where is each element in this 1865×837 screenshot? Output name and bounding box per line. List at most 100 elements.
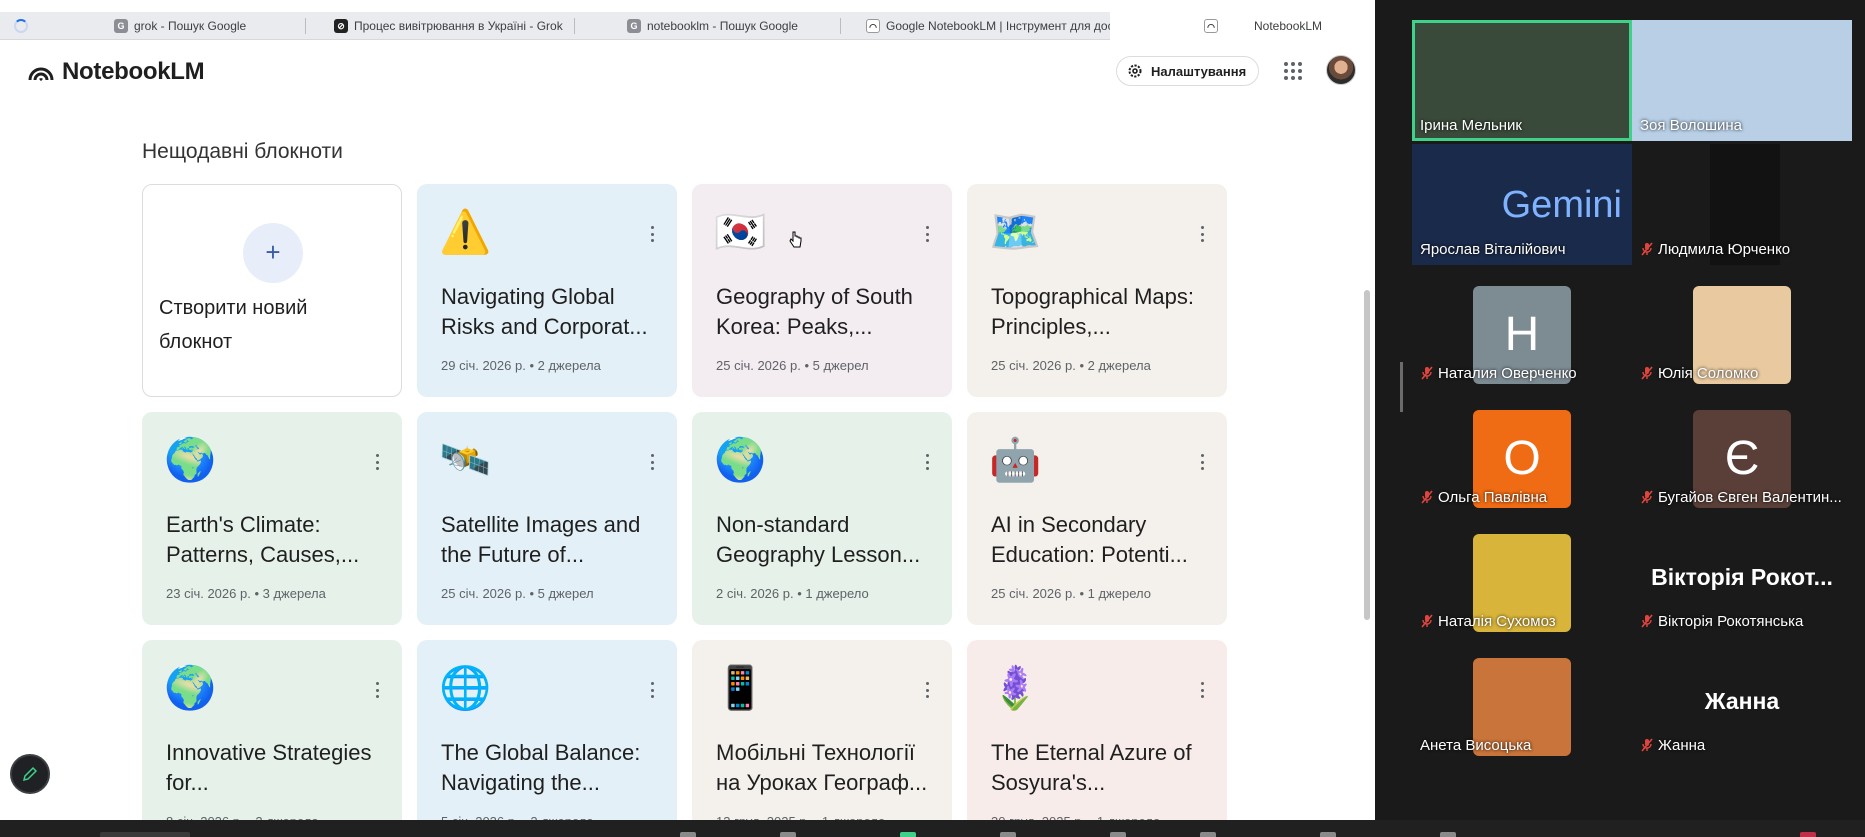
mic-muted-icon — [1641, 738, 1653, 752]
participant-name-text: Ірина Мельник — [1420, 117, 1522, 134]
tab-strip: G grok - Пошук Google ⊘ Процес вивітрюва… — [0, 12, 1375, 40]
taskbar-item[interactable] — [780, 832, 796, 837]
notebook-card[interactable]: 🛰️ Satellite Images and the Future of... 2… — [417, 412, 677, 625]
notebook-card[interactable]: 🤖 AI in Secondary Education: Potenti... 25… — [967, 412, 1227, 625]
notebook-emoji-icon: 🇰🇷 — [714, 208, 767, 255]
participant-tile[interactable]: Жанна Жанна — [1632, 640, 1852, 761]
taskbar-item[interactable] — [100, 832, 190, 837]
more-options-icon[interactable] — [924, 454, 930, 470]
participant-tile[interactable]: Н Наталия Оверченко — [1412, 268, 1632, 389]
video-gallery: Ірина Мельник Зоя Волошина Gemini Ярослав В… — [1375, 0, 1865, 820]
tab-notebooklm-search[interactable]: G notebooklm - Пошук Google — [617, 12, 837, 40]
participant-name: Ольга Павлівна — [1420, 489, 1547, 506]
notebook-card[interactable]: 🪻The Eternal Azure of Sosyura's...30 гру… — [967, 640, 1227, 820]
notebook-card[interactable]: 📱 Мобільні Технології на Уроках Географ..… — [692, 640, 952, 820]
participant-name: Ірина Мельник — [1420, 117, 1522, 134]
participant-name: Бугайов Євген Валентин... — [1640, 489, 1842, 506]
participant-tile[interactable]: Зоя Волошина — [1632, 20, 1852, 141]
tab-notebooklm-info[interactable]: ◠ Google NotebookLM | Інструмент для дос… — [856, 12, 1110, 40]
mic-muted-icon — [1641, 242, 1653, 256]
notebook-title: Geography of South Korea: Peaks,... — [716, 284, 913, 339]
participant-tile[interactable]: Gemini Ярослав Віталійович — [1412, 144, 1632, 265]
more-options-icon[interactable] — [1199, 226, 1205, 242]
settings-button[interactable]: Налаштування — [1116, 56, 1260, 86]
tab-label: Процес вивітрювання в Україні - Grok — [354, 19, 563, 33]
more-options-icon[interactable] — [374, 682, 380, 698]
notebook-card[interactable]: ⚠️ Navigating Global Risks and Corporat..… — [417, 184, 677, 397]
plus-icon: + — [243, 223, 303, 283]
account-avatar[interactable] — [1326, 55, 1356, 85]
taskbar-item[interactable] — [1800, 832, 1816, 837]
participant-tile[interactable]: О Ольга Павлівна — [1412, 392, 1632, 513]
notebooklm-favicon-icon: ◠ — [866, 19, 880, 33]
participant-name: Ярослав Віталійович — [1420, 241, 1566, 258]
participant-name-text: Людмила Юрченко — [1658, 241, 1791, 258]
taskbar-item[interactable] — [1320, 832, 1336, 837]
taskbar-item[interactable] — [1110, 832, 1126, 837]
notebook-title: Мобільні Технології на Уроках Географ... — [716, 740, 928, 795]
grok-favicon-icon: ⊘ — [334, 19, 348, 33]
tab-separator — [305, 18, 306, 34]
taskbar-item[interactable] — [1440, 832, 1456, 837]
app-name: NotebookLM — [62, 58, 205, 85]
participant-name: Наталия Оверченко — [1420, 365, 1577, 382]
participant-tile[interactable]: Є Бугайов Євген Валентин... — [1632, 392, 1852, 513]
more-options-icon[interactable] — [649, 454, 655, 470]
notebook-card[interactable]: 🇰🇷 Geography of South Korea: Peaks,... 25 … — [692, 184, 952, 397]
taskbar-item[interactable] — [1200, 832, 1216, 837]
edit-button[interactable] — [10, 754, 50, 794]
taskbar-item[interactable] — [900, 832, 916, 837]
tab-notebooklm-active[interactable]: ◠ NotebookLM — [1110, 12, 1375, 40]
more-options-icon[interactable] — [1199, 454, 1205, 470]
more-options-icon[interactable] — [649, 682, 655, 698]
participant-tile[interactable]: Ірина Мельник — [1412, 20, 1632, 141]
participant-name-text: Ольга Павлівна — [1438, 489, 1548, 506]
notebook-emoji-icon: 🛰️ — [439, 436, 492, 483]
participant-tile[interactable]: Анета Висоцька — [1412, 640, 1632, 761]
tab-label: notebooklm - Пошук Google — [647, 19, 798, 33]
app-logo[interactable]: NotebookLM — [28, 58, 205, 86]
taskbar-item[interactable] — [1000, 832, 1016, 837]
more-options-icon[interactable] — [374, 454, 380, 470]
mic-muted-icon — [1641, 614, 1653, 628]
participant-tile[interactable]: Людмила Юрченко — [1632, 144, 1852, 265]
notebook-title: The Eternal Azure of Sosyura's... — [991, 740, 1192, 795]
notebook-card[interactable]: 🗺️ Topographical Maps: Principles,... 25 с… — [967, 184, 1227, 397]
tab-label: grok - Пошук Google — [134, 19, 247, 33]
notebook-title: Navigating Global Risks and Corporat... — [441, 284, 648, 339]
more-options-icon[interactable] — [649, 226, 655, 242]
more-options-icon[interactable] — [924, 226, 930, 242]
tab-grok-chat[interactable]: ⊘ Процес вивітрювання в Україні - Grok — [324, 12, 574, 40]
participant-tile[interactable]: Наталія Сухомоз — [1412, 516, 1632, 637]
participant-tile[interactable]: Юлія Соломко — [1632, 268, 1852, 389]
tab-grok-search[interactable]: G grok - Пошук Google — [104, 12, 304, 40]
notebook-meta: 2 січ. 2026 р. • 1 джерело — [716, 586, 869, 601]
create-notebook-label: Створити новий блокнот — [159, 297, 308, 353]
participant-name-text: Бугайов Євген Валентин... — [1658, 489, 1842, 506]
mic-muted-icon — [1641, 366, 1653, 380]
hand-cursor-icon — [789, 231, 802, 248]
tab-separator — [574, 18, 575, 34]
participant-name-text: Анета Висоцька — [1420, 737, 1532, 754]
participant-display-name: Жанна — [1704, 688, 1780, 714]
notebook-card[interactable]: 🌍Innovative Strategies for...8 січ. 2026… — [142, 640, 402, 820]
participant-tile[interactable]: Вікторія Рокот... Вікторія Рокотянська — [1632, 516, 1852, 637]
gallery-scrollbar[interactable] — [1400, 362, 1403, 412]
google-apps-icon[interactable] — [1284, 62, 1302, 80]
page-scrollbar[interactable] — [1364, 290, 1370, 620]
create-notebook-card[interactable]: + Створити новий блокнот — [142, 184, 402, 397]
video-overlay-text: Gemini — [1501, 184, 1622, 226]
participant-name: Анета Висоцька — [1420, 737, 1531, 754]
tab-label: NotebookLM — [1254, 19, 1323, 33]
mic-muted-icon — [1641, 490, 1653, 504]
more-options-icon[interactable] — [1199, 682, 1205, 698]
more-options-icon[interactable] — [924, 682, 930, 698]
notebook-card[interactable]: 🌍 Non-standard Geography Lesson... 2 січ. … — [692, 412, 952, 625]
notebook-title: Non-standard Geography Lesson... — [716, 512, 921, 567]
notebook-card[interactable]: 🌐The Global Balance: Navigating the...5 … — [417, 640, 677, 820]
notebook-card[interactable]: 🌍 Earth's Climate: Patterns, Causes,... 23… — [142, 412, 402, 625]
notebook-title: Topographical Maps: Principles,... — [991, 284, 1195, 339]
taskbar-item[interactable] — [680, 832, 696, 837]
participant-name-text: Жанна — [1658, 737, 1706, 754]
notebook-emoji-icon: 🌍 — [714, 436, 767, 483]
